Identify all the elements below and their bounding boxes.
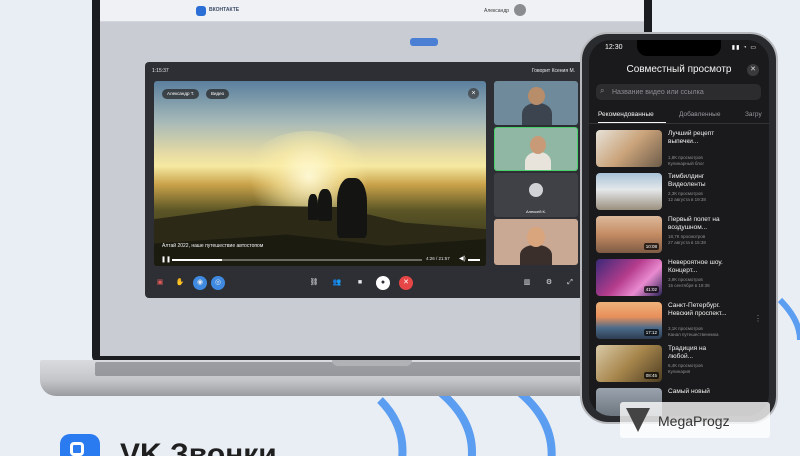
video-time: 4:26 / 21:57 (426, 256, 450, 261)
participant-tile[interactable] (494, 219, 578, 265)
video-duration: 10:08 (643, 243, 659, 250)
video-caption: Алтай 2022, наше путешествие автостопом (162, 243, 264, 249)
phone-notch (637, 40, 721, 56)
link-icon[interactable]: ⛓ (307, 276, 321, 290)
presenter-chip: Александр Т. (162, 89, 200, 99)
brand-title: VK Звонки (120, 438, 277, 456)
list-item[interactable]: 41:02 Невероятное шоу. Концерт... 3,9К п… (596, 259, 764, 299)
laptop-hinge (332, 360, 412, 366)
participant-name: Алексей К. (525, 209, 547, 214)
call-duration: 1:15:37 (152, 68, 169, 74)
video-frame-person (318, 189, 332, 221)
screen-share-icon[interactable]: ▣ (153, 276, 167, 290)
avatar[interactable] (514, 4, 526, 16)
volume-icon[interactable]: ◀) (459, 255, 466, 262)
video-thumbnail (596, 130, 662, 167)
shared-video[interactable]: Александр Т. Видео × Алтай 2022, наше пу… (154, 81, 486, 266)
participant-tile[interactable]: Алексей К. (494, 173, 578, 217)
active-speaker: Говорит Ксения М. (531, 68, 575, 74)
video-title: Санкт-Петербург. Невский проспект... (668, 302, 727, 317)
watch-together-icon[interactable]: ◎ (211, 276, 225, 290)
vk-action-button[interactable] (410, 38, 438, 46)
raise-hand-icon[interactable]: ✋ (173, 276, 187, 290)
video-thumbnail: 17:12 (596, 302, 662, 339)
list-item[interactable]: Лучший рецепт выпечки... 1,8К просмотров… (596, 130, 764, 170)
watermark: MegaProgz (620, 402, 770, 438)
video-thumbnail (596, 173, 662, 210)
tab-recommended[interactable]: Рекомендованные (598, 111, 654, 118)
list-item[interactable]: 08:45 Традиция на любой... 6,4К просмотр… (596, 345, 764, 385)
video-channel: Кулинарный блог (668, 161, 705, 166)
video-title: Невероятное шоу. Концерт... (668, 259, 723, 274)
watermark-logo-icon (626, 408, 650, 432)
video-channel: Канал путешественника (668, 332, 719, 337)
vk-user-name[interactable]: Александр (484, 8, 509, 14)
video-thumbnail: 41:02 (596, 259, 662, 296)
video-duration: 08:45 (643, 372, 659, 379)
tabs-divider (589, 123, 769, 124)
participant-avatar (529, 183, 543, 197)
sheet-title: Совместный просмотр (626, 64, 732, 75)
video-title: Традиция на любой... (668, 345, 707, 360)
video-date: 12 августа в 19:38 (668, 197, 706, 202)
video-date: 15 сентября в 19:38 (668, 283, 710, 288)
status-time: 12:30 (605, 44, 623, 51)
vk-header: ВКОНТАКТЕ Александр (100, 0, 644, 22)
participant-tile-active[interactable] (494, 127, 578, 171)
video-title: Первый полет на воздушном... (668, 216, 720, 231)
participant-tile[interactable] (494, 81, 578, 125)
effects-icon[interactable]: ◉ (193, 276, 207, 290)
list-item[interactable]: Тимбилдинг Видеоленты 2,3К просмотров 12… (596, 173, 764, 213)
video-title: Тимбилдинг Видеоленты (668, 173, 706, 188)
video-duration: 41:02 (643, 286, 659, 293)
tab-added[interactable]: Добавленные (679, 111, 720, 118)
vk-logo-icon[interactable] (196, 6, 206, 16)
participant-video (528, 87, 545, 105)
video-frame-person (337, 178, 367, 238)
laptop-screen: ВКОНТАКТЕ Александр 1:15:37 Говорит Ксен… (100, 0, 644, 356)
camera-icon[interactable]: ■ (353, 276, 367, 290)
search-input[interactable] (612, 87, 757, 97)
close-icon[interactable]: × (468, 88, 479, 99)
video-duration: 17:12 (643, 329, 659, 336)
list-item[interactable]: 17:12 Санкт-Петербург. Невский проспект.… (596, 302, 764, 342)
tab-uploaded[interactable]: Загру (745, 111, 762, 118)
video-mode-chip[interactable]: Видео (206, 89, 230, 99)
gear-icon[interactable]: ⚙ (542, 276, 556, 290)
search-box[interactable]: ⌕ (596, 84, 761, 100)
participant-video (520, 245, 552, 265)
watermark-text: MegaProgz (658, 413, 730, 429)
more-icon[interactable]: ⋮ (754, 314, 762, 323)
end-call-button[interactable]: ✕ (399, 276, 413, 290)
search-icon: ⌕ (600, 86, 605, 95)
video-frame-person (308, 194, 318, 220)
fullscreen-icon[interactable]: ⤢ (563, 276, 577, 290)
status-icons: ▮▮ ◔ ▭ (731, 45, 757, 51)
phone-screen: 12:30 ▮▮ ◔ ▭ Совместный просмотр ✕ ⌕ Рек… (589, 40, 769, 416)
video-progress-fill (172, 259, 222, 261)
participant-video (527, 227, 545, 247)
participant-video (530, 136, 546, 154)
participants-icon[interactable]: 👥 (330, 276, 344, 290)
video-title: Самый новый (668, 388, 710, 395)
video-thumbnail: 08:45 (596, 345, 662, 382)
list-item[interactable]: 10:08 Первый полет на воздушном... 18,7К… (596, 216, 764, 256)
video-thumbnail: 10:08 (596, 216, 662, 253)
participant-video (522, 103, 552, 125)
participant-video (525, 152, 551, 170)
microphone-icon[interactable]: ● (376, 276, 390, 290)
vk-calls-logo-glyph (70, 442, 84, 456)
pause-icon[interactable]: ❚❚ (161, 256, 171, 263)
layout-icon[interactable]: ▥ (520, 276, 534, 290)
video-progress[interactable] (172, 259, 422, 261)
video-channel: Кулинария (668, 369, 691, 374)
vk-logo-text: ВКОНТАКТЕ (209, 7, 240, 13)
call-window: 1:15:37 Говорит Ксения М. Александр Т. В… (145, 62, 585, 298)
video-title: Лучший рецепт выпечки... (668, 130, 715, 145)
video-date: 27 августа в 15:38 (668, 240, 706, 245)
volume-slider[interactable] (468, 259, 480, 261)
close-icon[interactable]: ✕ (747, 64, 759, 76)
